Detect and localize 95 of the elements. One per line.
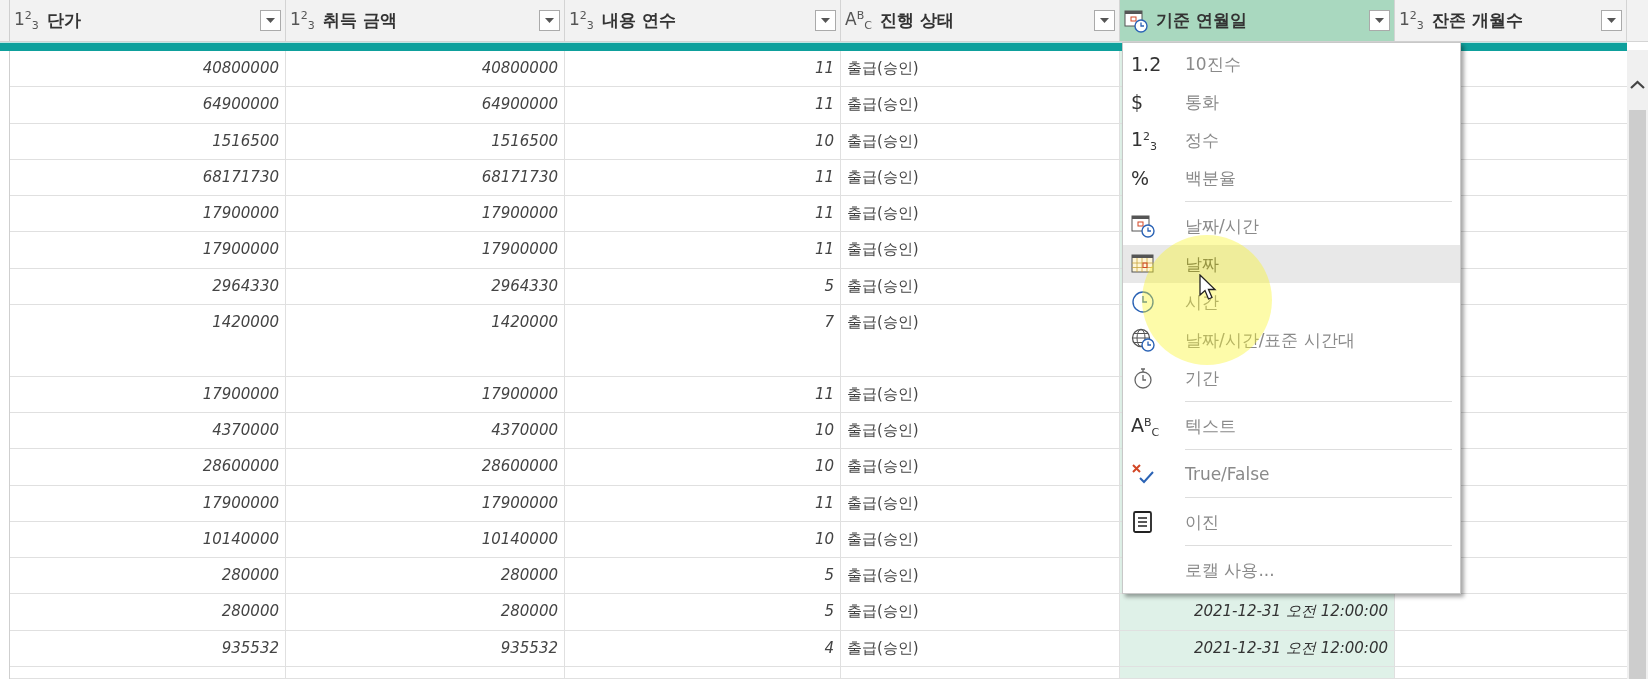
filter-dropdown-button[interactable] — [1094, 10, 1115, 31]
calendar-icon — [1131, 252, 1155, 276]
column-header[interactable]: 1$^{2}$$_{3}$ 단가 — [10, 0, 286, 41]
table-cell: 1516500 — [10, 123, 286, 160]
column-header[interactable]: 1$^{2}$$_{3}$ 취득 금액 — [286, 0, 565, 41]
table-cell: 935532 — [286, 630, 565, 668]
table-cell: 출급(승인) — [841, 123, 1120, 160]
table-cell: 4 — [565, 630, 841, 668]
menu-item[interactable]: % 백분율 — [1123, 159, 1460, 197]
table-cell: 68171730 — [10, 159, 286, 197]
table-cell: 280000 — [10, 594, 286, 631]
table-cell: 11 — [565, 87, 841, 124]
table-cell: 10140000 — [10, 521, 286, 559]
table-cell: 64900000 — [10, 87, 286, 124]
table-cell: 11 — [565, 159, 841, 197]
table-cell: 11 — [565, 485, 841, 522]
table-cell: 7 — [565, 305, 841, 377]
document-icon — [1131, 510, 1155, 534]
table-cell: 40800000 — [10, 51, 286, 88]
column-title: 취득 금액 — [322, 9, 398, 32]
table-cell: 출급(승인) — [841, 376, 1120, 413]
filter-dropdown-button[interactable] — [1369, 10, 1390, 31]
table-cell: 280000 — [10, 558, 286, 595]
table-cell: 10 — [565, 412, 841, 450]
column-header[interactable]: A$^{B}$$_{C}$ 진행 상태 — [841, 0, 1120, 41]
table-cell: 2964330 — [286, 268, 565, 306]
filter-dropdown-button[interactable] — [260, 10, 281, 31]
table-cell: 17900000 — [286, 376, 565, 413]
table-cell: 1420000 — [286, 305, 565, 377]
table-cell: 5 — [565, 268, 841, 306]
filter-dropdown-button[interactable] — [1601, 10, 1622, 31]
table-cell: 17900000 — [286, 485, 565, 522]
table-cell: 5 — [565, 594, 841, 631]
caret-icon — [1100, 17, 1109, 24]
scroll-up-icon[interactable] — [1630, 80, 1645, 89]
table-cell: 2021-12-31 오전 12:00:00 — [1120, 630, 1395, 668]
column-title: 잔존 개월수 — [1431, 9, 1524, 32]
table-cell: 10 — [565, 521, 841, 559]
table-cell: 2021-12-31 오전 12:00:00 — [1120, 594, 1395, 631]
menu-item[interactable]: 1.2 10진수 — [1123, 45, 1460, 83]
type-icon: % — [1131, 167, 1150, 189]
calendar-clock-icon — [1131, 214, 1155, 238]
table-cell: 68171730 — [286, 159, 565, 197]
stopwatch-icon — [1131, 366, 1155, 390]
caret-icon — [545, 17, 554, 24]
caret-icon — [1607, 17, 1616, 24]
filter-dropdown-button[interactable] — [815, 10, 836, 31]
column-title: 기준 연월일 — [1156, 9, 1248, 32]
table-cell: 17900000 — [286, 232, 565, 269]
table-cell: 17900000 — [286, 196, 565, 233]
table-cell: 10 — [565, 123, 841, 160]
table-cell: 10 — [565, 449, 841, 486]
table-cell: 11 — [565, 232, 841, 269]
table-cell: 1420000 — [10, 305, 286, 377]
column-header[interactable]: 1$^{2}$$_{3}$ 내용 연수 — [565, 0, 841, 41]
table-cell: 2964330 — [10, 268, 286, 306]
globe-clock-icon — [1131, 328, 1155, 352]
type-icon: $ — [1131, 91, 1144, 113]
table-cell: 11 — [565, 51, 841, 88]
column-title: 단가 — [46, 9, 82, 32]
table-cell: 1516500 — [286, 123, 565, 160]
table-cell: 5 — [565, 558, 841, 595]
type-icon: 1.2 — [1131, 53, 1162, 75]
scrollbar[interactable] — [1627, 50, 1648, 679]
column-header[interactable]: 1$^{2}$$_{3}$ 잔존 개월수 — [1395, 0, 1627, 41]
table-cell: 17900000 — [10, 485, 286, 522]
caret-icon — [266, 17, 275, 24]
column-title: 내용 연수 — [601, 9, 677, 32]
table-cell: 17900000 — [10, 232, 286, 269]
cross-check-icon — [1131, 462, 1157, 486]
menu-item[interactable]: 이진 — [1123, 503, 1460, 541]
table-cell: 935532 — [10, 630, 286, 668]
table-cell: 64900000 — [286, 87, 565, 124]
table-cell: 11 — [565, 376, 841, 413]
table-cell: 17900000 — [10, 196, 286, 233]
caret-icon — [821, 17, 830, 24]
menu-item[interactable]: $ 통화 — [1123, 83, 1460, 121]
caret-icon — [1375, 17, 1384, 24]
column-title: 진행 상태 — [879, 9, 955, 32]
table-cell: 11 — [565, 196, 841, 233]
scroll-thumb[interactable] — [1629, 110, 1646, 679]
clock-icon — [1131, 290, 1155, 314]
filter-dropdown-button[interactable] — [539, 10, 560, 31]
calendar-clock-icon — [1124, 8, 1148, 33]
table-cell: 40800000 — [286, 51, 565, 88]
table-cell: 4370000 — [10, 412, 286, 450]
table-cell: 4370000 — [286, 412, 565, 450]
table-cell: 280000 — [286, 558, 565, 595]
table-cell: 28600000 — [10, 449, 286, 486]
table-cell: 10140000 — [286, 521, 565, 559]
column-header[interactable]: 기준 연월일 — [1120, 0, 1395, 41]
table-cell: 28600000 — [286, 449, 565, 486]
table-cell: 17900000 — [10, 376, 286, 413]
table-cell: 출급(승인) — [841, 485, 1120, 522]
table-cell: 280000 — [286, 594, 565, 631]
